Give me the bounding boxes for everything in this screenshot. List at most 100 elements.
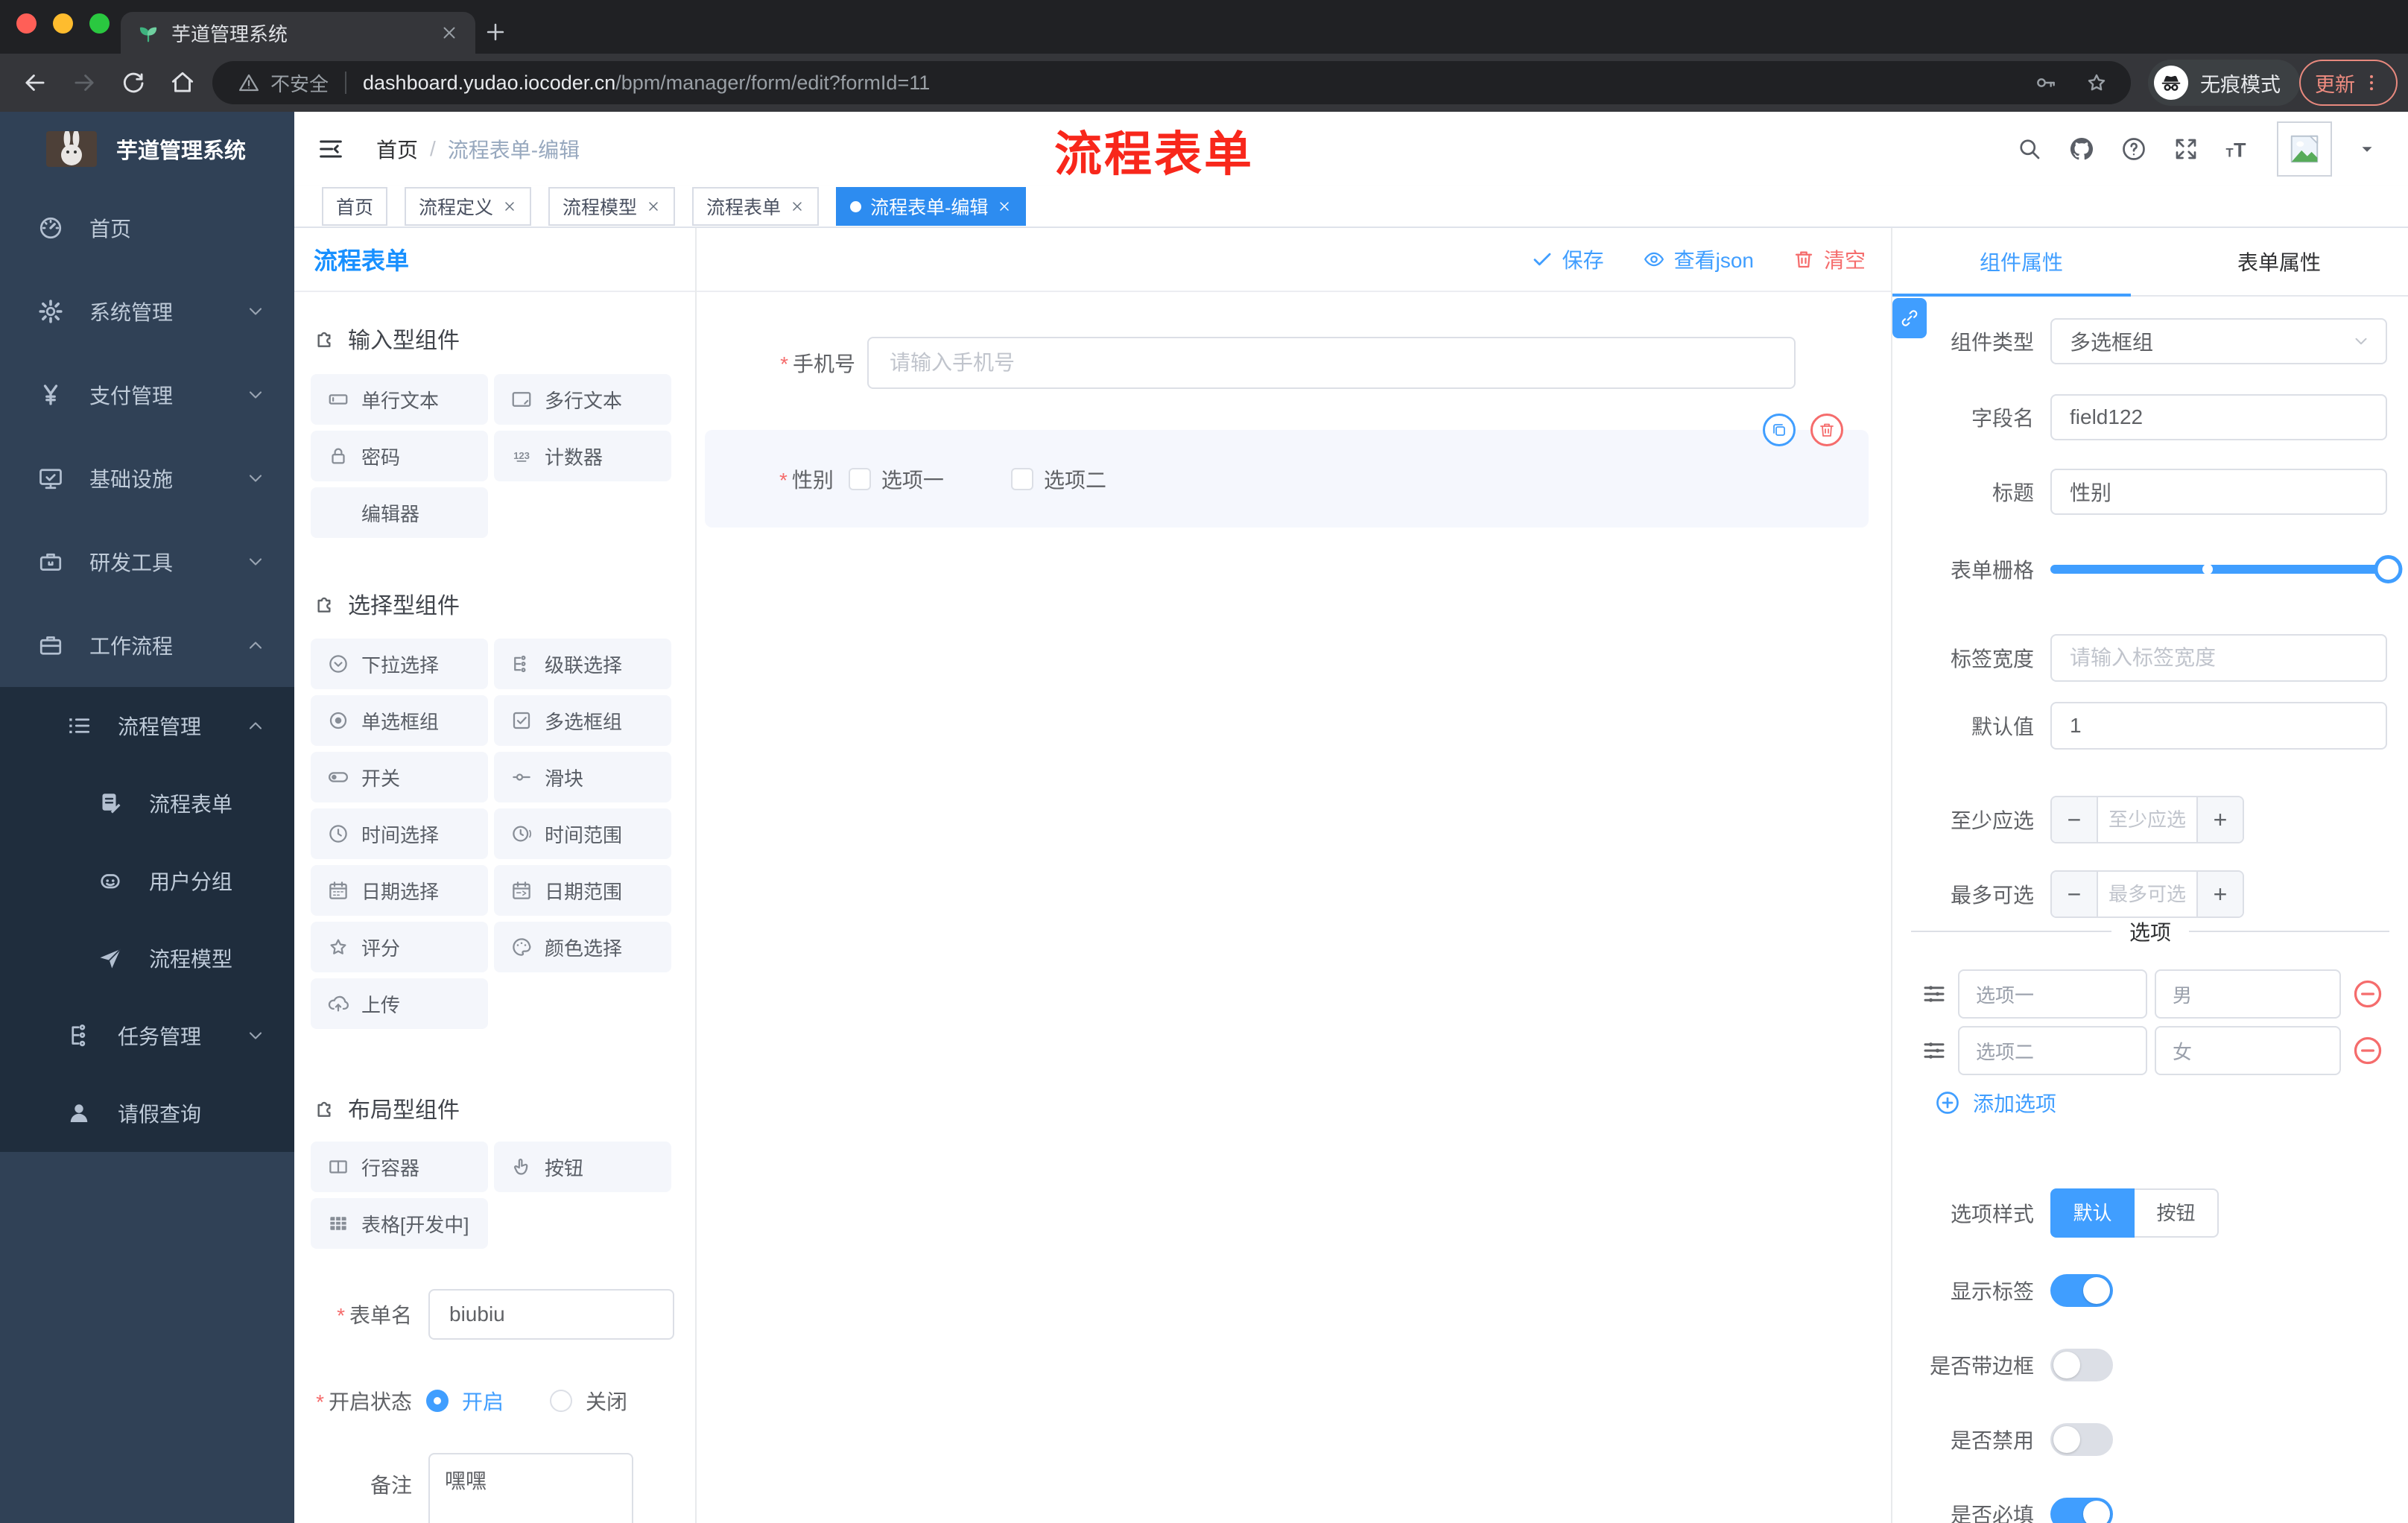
help-icon[interactable] bbox=[2120, 136, 2147, 162]
sidebar-item-process-model[interactable]: 流程模型 bbox=[0, 919, 294, 997]
password-key-icon[interactable] bbox=[2034, 71, 2058, 95]
browser-update-button[interactable]: 更新 bbox=[2299, 60, 2398, 106]
max-select-input[interactable] bbox=[2098, 872, 2196, 916]
drag-handle-icon[interactable] bbox=[1921, 1037, 1948, 1064]
style-default-button[interactable]: 默认 bbox=[2050, 1188, 2135, 1238]
sidebar-item-process-form[interactable]: 流程表单 bbox=[0, 764, 294, 842]
window-close-button[interactable] bbox=[16, 13, 37, 34]
github-icon[interactable] bbox=[2068, 136, 2095, 162]
browser-menu-kebab-icon[interactable] bbox=[2361, 72, 2382, 93]
checkbox-box[interactable] bbox=[1010, 467, 1033, 490]
back-button[interactable] bbox=[21, 69, 49, 97]
component-date-picker[interactable]: 日期选择 bbox=[311, 865, 488, 916]
component-switch[interactable]: 开关 bbox=[311, 752, 488, 802]
disabled-toggle[interactable] bbox=[2050, 1423, 2113, 1456]
gender-field-selected-block[interactable]: * 性别 选项一 选项二 bbox=[705, 414, 1869, 528]
bookmark-star-icon[interactable] bbox=[2085, 71, 2108, 95]
add-option-button[interactable]: 添加选项 bbox=[1892, 1088, 2408, 1118]
sidebar-item-process-mgmt[interactable]: 流程管理 bbox=[0, 687, 294, 764]
border-toggle[interactable] bbox=[2050, 1349, 2113, 1381]
save-button[interactable]: 保存 bbox=[1531, 244, 1604, 274]
sidebar-logo[interactable]: 芋道管理系统 bbox=[0, 112, 294, 186]
component-upload[interactable]: 上传 bbox=[311, 978, 488, 1029]
option-label-input[interactable] bbox=[1958, 1026, 2147, 1075]
clear-button[interactable]: 清空 bbox=[1793, 244, 1866, 274]
tab-process-definition[interactable]: 流程定义 bbox=[405, 187, 532, 226]
sidebar-item-task-mgmt[interactable]: 任务管理 bbox=[0, 997, 294, 1074]
copy-component-button[interactable] bbox=[1763, 414, 1796, 446]
default-value-input[interactable] bbox=[2050, 702, 2387, 750]
required-toggle[interactable] bbox=[2050, 1498, 2113, 1523]
window-z oom-button[interactable] bbox=[89, 13, 110, 34]
component-editor[interactable]: 编辑器 bbox=[311, 487, 488, 538]
stepper-minus-button[interactable]: − bbox=[2052, 872, 2098, 916]
component-multi-line-text[interactable]: 多行文本 bbox=[494, 374, 671, 425]
close-icon[interactable] bbox=[997, 199, 1012, 214]
sidebar-item-leave-query[interactable]: 请假查询 bbox=[0, 1074, 294, 1152]
phone-field-row[interactable]: * 手机号 bbox=[697, 337, 1814, 389]
close-icon[interactable] bbox=[790, 199, 805, 214]
form-name-input[interactable] bbox=[428, 1289, 674, 1340]
window-minimize-button[interactable] bbox=[53, 13, 73, 34]
component-color-picker[interactable]: 颜色选择 bbox=[494, 922, 671, 972]
stepper-minus-button[interactable]: − bbox=[2052, 797, 2098, 842]
option-value-input[interactable] bbox=[2155, 1026, 2341, 1075]
url-bar[interactable]: 不安全 dashboard.yudao.iocoder.cn /bpm/mana… bbox=[212, 61, 2131, 104]
component-slider[interactable]: 滑块 bbox=[494, 752, 671, 802]
style-button-button[interactable]: 按钮 bbox=[2135, 1188, 2219, 1238]
component-select[interactable]: 下拉选择 bbox=[311, 639, 488, 689]
checkbox-option-2[interactable]: 选项二 bbox=[1010, 464, 1106, 494]
canvas[interactable]: *手机号 *性别 选项一 选项二 bbox=[697, 292, 1891, 1522]
link-drawer-handle[interactable] bbox=[1892, 298, 1927, 338]
tab-process-form-edit-active[interactable]: 流程表单-编辑 bbox=[836, 187, 1027, 226]
radio-off[interactable] bbox=[550, 1390, 573, 1412]
checkbox-option-1[interactable]: 选项一 bbox=[848, 464, 944, 494]
form-grid-slider[interactable] bbox=[2050, 555, 2403, 583]
browser-tab[interactable]: 芋道管理系统 bbox=[121, 12, 475, 54]
search-icon[interactable] bbox=[2016, 136, 2043, 162]
tab-close-icon[interactable] bbox=[440, 23, 459, 42]
close-icon[interactable] bbox=[646, 199, 661, 214]
sidebar-item-payment[interactable]: 支付管理 bbox=[0, 353, 294, 437]
component-button[interactable]: 按钮 bbox=[494, 1142, 671, 1192]
view-json-button[interactable]: 查看json bbox=[1643, 244, 1754, 274]
tab-process-form[interactable]: 流程表单 bbox=[692, 187, 820, 226]
remark-textarea[interactable]: 嘿嘿 bbox=[428, 1453, 633, 1523]
sidebar-item-user-group[interactable]: 用户分组 bbox=[0, 842, 294, 919]
tab-form-props[interactable]: 表单属性 bbox=[2150, 228, 2408, 295]
breadcrumb-home[interactable]: 首页 bbox=[376, 134, 418, 164]
user-avatar[interactable] bbox=[2277, 121, 2332, 177]
delete-component-button[interactable] bbox=[1810, 414, 1843, 446]
reload-button[interactable] bbox=[119, 69, 148, 97]
label-width-input[interactable] bbox=[2050, 634, 2387, 682]
component-time-range[interactable]: 时间范围 bbox=[494, 808, 671, 859]
sidebar-toggle-hamburger-icon[interactable] bbox=[316, 134, 346, 164]
min-select-input[interactable] bbox=[2098, 797, 2196, 842]
slider-handle[interactable] bbox=[2374, 555, 2403, 583]
phone-input[interactable] bbox=[867, 337, 1796, 389]
remove-option-button[interactable] bbox=[2351, 1034, 2384, 1067]
show-label-toggle[interactable] bbox=[2050, 1274, 2113, 1307]
sidebar-item-infra[interactable]: 基础设施 bbox=[0, 437, 294, 520]
drag-handle-icon[interactable] bbox=[1921, 981, 1948, 1007]
option-label-input[interactable] bbox=[1958, 969, 2147, 1019]
sidebar-item-home[interactable]: 首页 bbox=[0, 186, 294, 270]
component-radio-group[interactable]: 单选框组 bbox=[311, 695, 488, 746]
component-rate[interactable]: 评分 bbox=[311, 922, 488, 972]
sidebar-item-system[interactable]: 系统管理 bbox=[0, 270, 294, 353]
tab-component-props[interactable]: 组件属性 bbox=[1892, 228, 2150, 295]
forward-button[interactable] bbox=[70, 69, 98, 97]
component-type-select[interactable]: 多选框组 bbox=[2050, 318, 2387, 364]
new-tab-button[interactable] bbox=[483, 19, 508, 45]
field-name-input[interactable] bbox=[2050, 394, 2387, 440]
title-input[interactable] bbox=[2050, 469, 2387, 515]
component-counter[interactable]: 123 计数器 bbox=[494, 431, 671, 481]
fullscreen-icon[interactable] bbox=[2173, 136, 2199, 162]
component-password[interactable]: 密码 bbox=[311, 431, 488, 481]
tab-process-model[interactable]: 流程模型 bbox=[548, 187, 676, 226]
radio-off-label[interactable]: 关闭 bbox=[586, 1386, 627, 1416]
checkbox-box[interactable] bbox=[848, 467, 871, 490]
sidebar-item-devtools[interactable]: 研发工具 bbox=[0, 520, 294, 604]
tab-home[interactable]: 首页 bbox=[322, 187, 388, 226]
component-single-line-text[interactable]: 单行文本 bbox=[311, 374, 488, 425]
